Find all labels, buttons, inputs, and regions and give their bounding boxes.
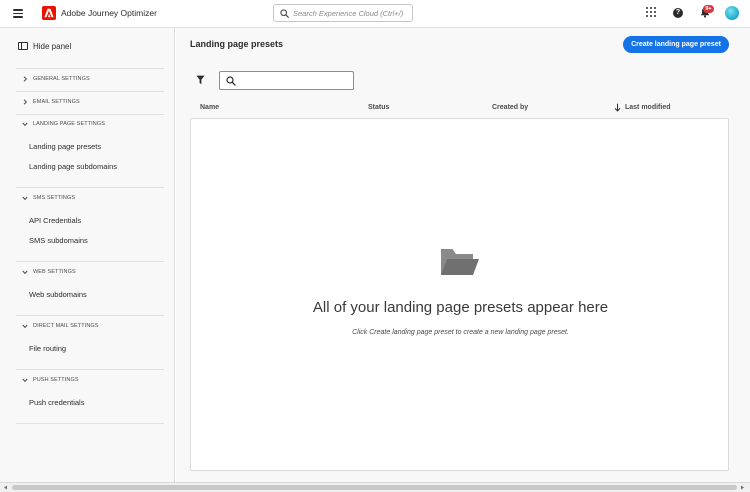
sidebar-item-push-credentials[interactable]: Push credentials (29, 398, 84, 407)
section-email-settings[interactable]: EMAIL SETTINGS (21, 97, 80, 107)
sidebar-divider (16, 315, 164, 316)
scroll-right-icon[interactable] (740, 485, 745, 490)
sidebar-divider (16, 187, 164, 188)
section-sms-settings[interactable]: SMS SETTINGS (21, 193, 75, 203)
section-label: LANDING PAGE SETTINGS (33, 121, 105, 127)
chevron-right-icon (21, 98, 29, 106)
create-landing-page-preset-button[interactable]: Create landing page preset (623, 36, 729, 53)
section-label: DIRECT MAIL SETTINGS (33, 323, 99, 329)
help-icon[interactable]: ? (673, 8, 683, 18)
notification-badge: 9+ (703, 5, 714, 13)
avatar[interactable] (725, 6, 739, 20)
section-label: WEB SETTINGS (33, 269, 76, 275)
apps-grid-icon[interactable] (646, 7, 656, 17)
hide-panel-label: Hide panel (33, 41, 72, 51)
column-header-last-modified[interactable]: Last modified (625, 104, 671, 111)
column-header-status[interactable]: Status (368, 104, 389, 111)
menu-icon[interactable] (13, 9, 23, 18)
page-title: Landing page presets (190, 39, 284, 49)
preset-search-input[interactable] (219, 71, 354, 90)
settings-sidebar: Hide panel GENERAL SETTINGS EMAIL SETTIN… (0, 28, 175, 482)
hide-panel-button[interactable]: Hide panel (18, 40, 71, 52)
section-label: EMAIL SETTINGS (33, 99, 80, 105)
scroll-left-icon[interactable] (3, 485, 8, 490)
sidebar-item-web-subdomains[interactable]: Web subdomains (29, 290, 87, 299)
sidebar-divider (16, 91, 164, 92)
chevron-down-icon (21, 268, 29, 276)
presets-table-empty-state: All of your landing page presets appear … (190, 118, 729, 471)
section-landing-page-settings[interactable]: LANDING PAGE SETTINGS (21, 119, 105, 129)
chevron-down-icon (21, 194, 29, 202)
sidebar-divider (16, 114, 164, 115)
horizontal-scrollbar[interactable] (0, 482, 750, 492)
chevron-right-icon (21, 75, 29, 83)
column-header-name[interactable]: Name (200, 104, 219, 111)
section-web-settings[interactable]: WEB SETTINGS (21, 267, 76, 277)
main-content: Landing page presets Create landing page… (176, 28, 750, 482)
section-push-settings[interactable]: PUSH SETTINGS (21, 375, 79, 385)
section-label: SMS SETTINGS (33, 195, 76, 201)
chevron-down-icon (21, 120, 29, 128)
preset-search-field[interactable] (238, 74, 348, 87)
open-folder-icon (441, 249, 479, 275)
empty-state-description: Click Create landing page preset to crea… (352, 329, 569, 336)
scrollbar-thumb[interactable] (12, 485, 737, 490)
section-label: GENERAL SETTINGS (33, 76, 90, 82)
sidebar-item-api-credentials[interactable]: API Credentials (29, 216, 81, 225)
sidebar-item-landing-page-subdomains[interactable]: Landing page subdomains (29, 162, 117, 171)
filter-icon[interactable] (196, 75, 205, 85)
sidebar-divider (16, 261, 164, 262)
sidebar-divider (16, 423, 164, 424)
column-header-created-by[interactable]: Created by (492, 104, 528, 111)
sidebar-item-file-routing[interactable]: File routing (29, 344, 66, 353)
adobe-logo-icon[interactable] (42, 6, 56, 20)
empty-state-title: All of your landing page presets appear … (312, 299, 609, 316)
panel-icon (18, 42, 28, 50)
section-general-settings[interactable]: GENERAL SETTINGS (21, 74, 90, 84)
sidebar-divider (16, 68, 164, 69)
sort-descending-icon[interactable] (614, 103, 621, 112)
chevron-down-icon (21, 322, 29, 330)
search-icon (280, 9, 289, 18)
chevron-down-icon (21, 376, 29, 384)
app-title[interactable]: Adobe Journey Optimizer (61, 8, 157, 18)
top-bar: Adobe Journey Optimizer Search Experienc… (0, 0, 750, 28)
global-search-input[interactable]: Search Experience Cloud (Ctrl+/) (273, 4, 413, 22)
global-search-placeholder: Search Experience Cloud (Ctrl+/) (293, 9, 404, 18)
section-label: PUSH SETTINGS (33, 377, 79, 383)
search-icon (226, 76, 236, 86)
sidebar-item-landing-page-presets[interactable]: Landing page presets (29, 142, 101, 151)
sidebar-divider (16, 369, 164, 370)
sidebar-item-sms-subdomains[interactable]: SMS subdomains (29, 236, 88, 245)
section-direct-mail-settings[interactable]: DIRECT MAIL SETTINGS (21, 321, 99, 331)
